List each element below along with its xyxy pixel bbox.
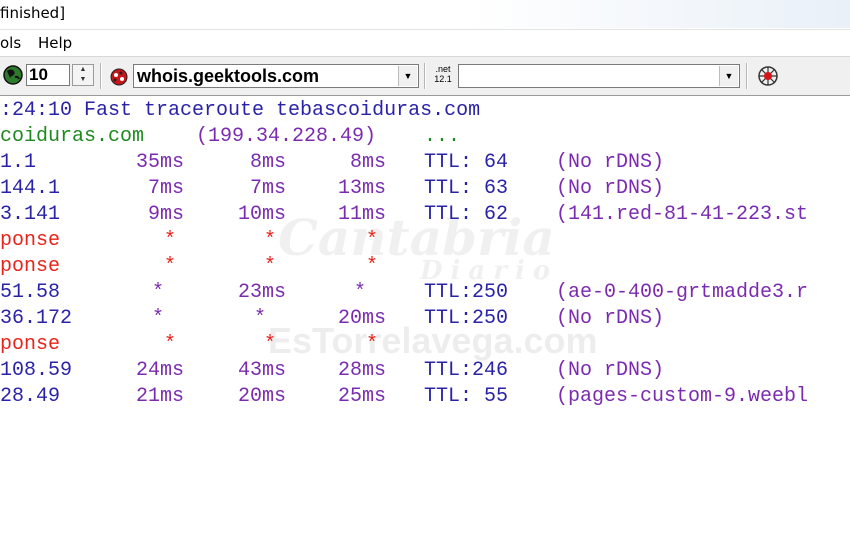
hop-timeout-2: * [264,333,277,356]
hop-time-1: 9ms [148,203,185,226]
globe-icon[interactable] [2,64,24,91]
hop-time-3: 28ms [338,359,387,382]
hop-ttl: TTL: 64 [424,151,509,174]
whois-server-combo[interactable]: whois.geektools.com ▼ [133,64,419,88]
hop-timeout-1: * [164,229,177,252]
hop-time-3: 13ms [338,177,387,200]
stepper-down-icon[interactable]: ▼ [73,75,93,85]
hop-time-3: 25ms [338,385,387,408]
trace-header-line: 9:24:10 Fast traceroute tebascoiduras.co… [0,98,480,124]
target-suffix: ... [424,125,461,148]
hop-time-3: 8ms [350,151,387,174]
hop-time-1: * [152,281,165,304]
target-ip: (199.34.228.49) [196,125,377,148]
hop-ip: .144.1 [0,177,61,200]
hop-ip: 228.49 [0,385,61,408]
target-host: scoiduras.com [0,125,145,148]
dotnet-icon-top: .net [435,64,451,74]
menu-tools[interactable]: ols [0,34,21,52]
hop-time-2: * [254,307,267,330]
whois-server-value: whois.geektools.com [137,66,320,86]
hop-ttl: TTL: 55 [424,385,509,408]
dotnet-icon-bottom: 12.1 [434,74,452,84]
hop-timeout-3: * [366,229,379,252]
hop-time-3: 20ms [338,307,387,330]
watermark-brand: Cantabria [278,208,555,267]
hop-rdns: (No rDNS) [556,307,665,330]
address-combo[interactable]: ▼ [458,64,740,88]
hop-time-2: 8ms [250,151,287,174]
hop-timeout-3: * [366,333,379,356]
toolbar: 10 ▲ ▼ whois.geektools.com ▼ .net 12.1 ▼ [0,56,850,97]
hop-rdns: (No rDNS) [556,359,665,382]
hop-ip: .1.1 [0,151,37,174]
window-title: finished] [0,4,66,22]
hop-time-1: 35ms [136,151,185,174]
hop-time-3: * [354,281,367,304]
hop-count-stepper[interactable]: ▲ ▼ [72,64,94,86]
hop-ip: .108.59 [0,359,73,382]
hop-ttl: TTL:250 [424,281,509,304]
hop-timeout-1: * [164,333,177,356]
hop-rdns: (No rDNS) [556,151,665,174]
hop-timeout-1: * [164,255,177,278]
hop-timeout-3: * [366,255,379,278]
hop-time-2: 20ms [238,385,287,408]
trace-target-line: scoiduras.com (199.34.228.49) ... [0,124,460,150]
hop-ttl: TTL: 62 [424,203,509,226]
hop-ip: .36.172 [0,307,73,330]
hop-no-response: sponse [0,229,61,252]
hop-time-3: 11ms [338,203,387,226]
title-bar-tint [470,0,850,28]
hop-ip: 23.141 [0,203,61,226]
hop-no-response: sponse [0,333,61,356]
hop-time-2: 10ms [238,203,287,226]
hop-rdns: (No rDNS) [556,177,665,200]
stepper-up-icon[interactable]: ▲ [73,65,93,75]
hop-time-1: * [152,307,165,330]
chevron-down-icon[interactable]: ▼ [398,66,417,86]
hop-ip: .51.58 [0,281,61,304]
hop-time-1: 7ms [148,177,185,200]
toolbar-separator [746,63,748,89]
hop-timeout-2: * [264,229,277,252]
hop-ttl: TTL: 63 [424,177,509,200]
hop-count-input[interactable]: 10 [26,64,70,86]
hop-time-2: 23ms [238,281,287,304]
menu-bar: ols Help [0,29,850,56]
hop-time-1: 21ms [136,385,185,408]
menu-help[interactable]: Help [38,34,72,52]
hop-ttl: TTL:246 [424,359,509,382]
toolbar-separator [100,63,102,89]
toolbar-separator [424,63,426,89]
hop-time-1: 24ms [136,359,185,382]
hop-rdns: (pages-custom-9.weebl [556,385,809,408]
hop-time-2: 7ms [250,177,287,200]
hop-timeout-2: * [264,255,277,278]
hop-rdns: (141.red-81-41-223.st [556,203,809,226]
dotnet-icon[interactable]: .net 12.1 [431,64,455,88]
trace-header-text: 9:24:10 Fast traceroute tebascoiduras.co… [0,99,481,122]
hop-rdns: (ae-0-400-grtmadde3.r [556,281,809,304]
chevron-down-icon[interactable]: ▼ [719,66,738,86]
hop-time-2: 43ms [238,359,287,382]
title-bar: finished] [0,0,850,28]
stop-trace-icon[interactable] [755,63,781,94]
hop-no-response: sponse [0,255,61,278]
whois-icon[interactable] [108,65,130,92]
trace-output: Cantabria Diario EsTorrelavega.com 9:24:… [0,96,850,560]
hop-ttl: TTL:250 [424,307,509,330]
